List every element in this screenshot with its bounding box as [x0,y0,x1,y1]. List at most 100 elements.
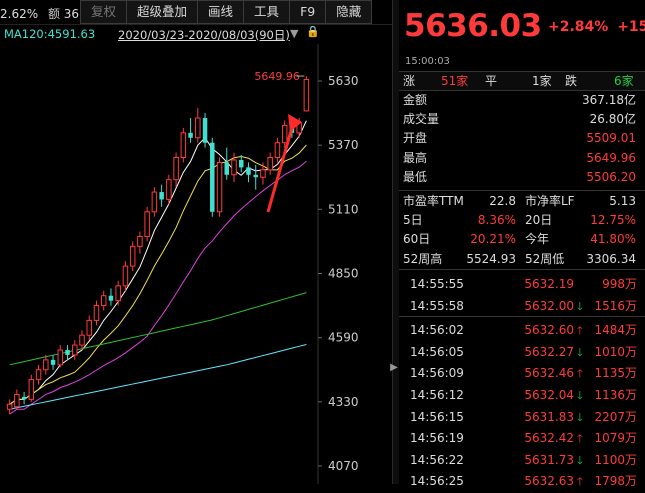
stat-row: 金额 367.18亿 [399,91,645,110]
tick-volume: 1010万 [594,344,637,359]
candle-body-up [180,132,187,159]
tick-time: 14:56:19 [410,431,464,446]
candle-body-down [21,396,27,400]
ma120-line [9,343,307,410]
tick-row: 14:56:22 5631.73 🡓 1100万 [399,450,645,472]
ratio-value: 5524.93 [466,251,516,266]
toolbar-button-5[interactable]: 隐藏 [325,0,373,24]
kline-chart[interactable]: 5630 5370 5110 4850 4590 4330 4070 5649.96 [0,24,392,484]
turnover-value: 2.62% [0,7,39,21]
down-label: 跌 [565,74,578,88]
down-arrow-icon: 🡓 [577,345,583,359]
candle-body-down [210,142,215,212]
last-price: 5636.03 [404,8,542,44]
candle-body-up [57,349,64,366]
lock-icon[interactable]: 🔒 [306,25,320,38]
stat-value: 5649.96 [586,150,636,165]
down-arrow-icon: 🡓 [577,299,583,313]
ratio-value: 41.80% [590,232,636,247]
amount-label: 额 [47,7,60,21]
ma20-line [9,160,307,415]
candle-body-up [166,179,172,200]
candle-body-up [6,403,13,410]
flat-count: 1家 [532,74,552,88]
ratio-row: 市盈率TTM 22.8 市净率LF 5.13 [399,192,645,211]
tick-price: 5632.27 [524,344,574,359]
ratio-row: 60日 20.21% 今年 41.80% [399,230,645,249]
date-range-label[interactable]: 2020/03/23-2020/08/03(90日) [118,27,290,43]
stat-value: 26.80亿 [589,112,636,127]
tick-volume: 1516万 [594,298,637,313]
stat-label: 最低 [403,169,428,184]
dropdown-triangle-icon[interactable]: ▼ [290,27,298,40]
separator [399,316,645,317]
stat-label: 开盘 [403,131,428,146]
y-tick-label: 4850 [328,267,359,281]
y-tick-label: 4070 [328,459,359,473]
ratio-value: 3306.34 [586,251,636,266]
stat-value: 5509.01 [586,131,636,146]
stat-value: 367.18亿 [582,93,636,107]
toolbar-button-1[interactable]: 超级叠加 [126,0,199,24]
tick-time: 14:56:05 [410,344,464,359]
tick-time: 14:56:12 [410,388,464,402]
tick-price: 5632.46 [524,366,574,381]
ma10-line [9,144,307,405]
change-pct-extra: +15 [617,19,645,35]
ratio-value: 8.36% [477,213,516,228]
ratio-row: 5日 8.36% 20日 12.75% [399,211,645,230]
tick-price: 5632.42 [524,431,574,446]
tick-price: 5632.00 [524,298,574,313]
stat-label: 最高 [403,150,428,165]
ratio-label: 52周低 [525,251,565,266]
stat-value: 5506.20 [586,169,636,184]
stat-row: 开盘 5509.01 [399,129,645,148]
down-arrow-icon: 🡓 [577,389,583,402]
tick-volume: 1136万 [594,388,637,402]
tick-volume: 1798万 [594,474,637,489]
tick-volume: 2207万 [594,409,637,424]
ma60-line [9,292,307,366]
candle-body-down [159,192,164,200]
candle-body-up [195,117,201,139]
stat-row: 成交量 26.80亿 [399,110,645,129]
up-label: 涨 [403,74,416,88]
tick-row: 14:55:55 5632.19 998万 [399,274,645,296]
toolbar-button-4[interactable]: F9 [289,0,327,24]
candle-body-up [14,393,20,408]
tick-price: 5631.73 [524,452,574,467]
tick-price: 5632.63 [524,474,574,489]
advance-decline-row: 涨 51家 平 1家 跌 6家 [399,71,645,91]
candle-body-up [115,285,121,302]
candle-body-up [144,211,150,237]
ratio-row: 52周高 5524.93 52周低 3306.34 [399,250,645,269]
ratio-value: 5.13 [609,194,636,208]
ratio-label: 5日 [403,213,423,228]
up-arrow-icon: 🡑 [577,367,583,381]
candle-body-up [86,319,92,336]
ratio-label: 市净率LF [525,194,575,208]
toolbar-button-0[interactable]: 复权 [80,0,128,24]
candle-body-up [267,157,273,171]
tick-price: 5632.19 [524,277,574,291]
candle-body-up [35,369,42,381]
ratio-label: 60日 [403,232,431,247]
stat-row: 最高 5649.96 [399,149,645,168]
ratio-label: 今年 [525,232,550,247]
candle-body-up [303,79,310,112]
tick-time: 14:56:25 [410,474,464,489]
tick-time: 14:56:22 [410,452,464,467]
toolbar-button-3[interactable]: 工具 [243,0,291,24]
change-percent: +2.84% +15 [548,19,645,35]
ratio-label: 20日 [525,213,553,228]
tick-volume: 998万 [602,277,637,291]
y-tick-label: 5110 [328,202,359,216]
collapse-panel-icon[interactable]: ▶ [390,362,398,373]
y-tick-label: 4590 [328,331,359,345]
tick-time: 14:56:02 [410,323,464,338]
candle-body-up [151,191,158,213]
toolbar-button-2[interactable]: 画线 [197,0,245,24]
separator [399,190,645,191]
ratio-value: 20.21% [470,232,516,247]
candle-body-up [137,235,143,247]
